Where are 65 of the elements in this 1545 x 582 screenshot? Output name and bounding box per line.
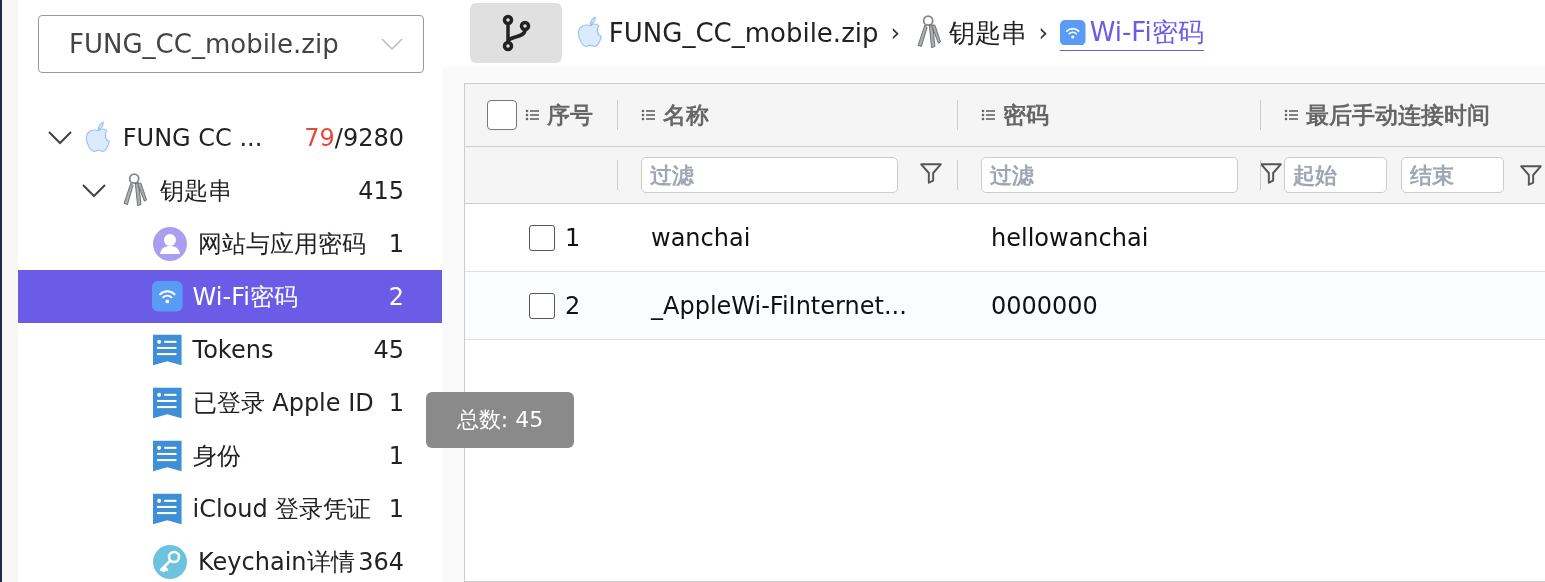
chevron-icon[interactable] bbox=[80, 182, 108, 199]
table-cell-text: _AppleWi-FiInternet... bbox=[649, 291, 907, 320]
breadcrumb-link[interactable]: 钥匙串 bbox=[912, 15, 1027, 51]
column-header[interactable]: 密码 bbox=[1003, 99, 1049, 131]
filter-field[interactable]: 过滤 bbox=[641, 157, 898, 193]
file-select[interactable]: FUNG_CC_mobile.zip bbox=[38, 15, 424, 73]
chevron-icon bbox=[381, 38, 403, 50]
tree-item[interactable]: 钥匙串 415 bbox=[18, 164, 442, 217]
item-count: /9280 bbox=[334, 123, 404, 152]
item-count: 415 bbox=[358, 176, 404, 205]
row-checkbox[interactable] bbox=[529, 224, 555, 251]
item-count: 2 bbox=[388, 282, 404, 311]
item-count: 364 bbox=[358, 547, 404, 576]
column-header[interactable]: 序号 bbox=[547, 99, 593, 131]
end-date-field[interactable]: 结束 bbox=[1401, 157, 1504, 193]
start-date-field[interactable]: 起始 bbox=[1284, 157, 1387, 193]
wifi-icon bbox=[152, 281, 183, 312]
chevron-separator: › bbox=[1038, 19, 1049, 47]
person-icon bbox=[152, 225, 188, 262]
list-icon bbox=[641, 108, 655, 122]
tree-label: FUNG CC ... bbox=[122, 123, 264, 152]
item-count: 1 bbox=[388, 494, 404, 523]
tree-item[interactable]: FUNG CC ... 79/9280 bbox=[18, 111, 442, 164]
tree-item[interactable]: Keychain详情 364 bbox=[18, 535, 442, 582]
chevron-separator: › bbox=[890, 19, 901, 47]
tree-item[interactable]: 网站与应用密码 1 bbox=[18, 217, 442, 270]
item-count: 45 bbox=[373, 335, 404, 364]
branch-button[interactable] bbox=[470, 3, 562, 63]
column-header[interactable]: 名称 bbox=[663, 99, 709, 131]
tree-label: Tokens bbox=[192, 335, 275, 364]
branch-icon bbox=[501, 14, 531, 52]
tree-label: Keychain详情 bbox=[198, 546, 356, 578]
column-header[interactable]: 最后手动连接时间 bbox=[1306, 99, 1490, 131]
tree-label: 身份 bbox=[192, 440, 242, 472]
tree-item[interactable]: iCloud 登录凭证 1 bbox=[18, 482, 442, 535]
item-count: 1 bbox=[388, 441, 404, 470]
tree-label: 网站与应用密码 bbox=[198, 228, 367, 260]
list-icon bbox=[1284, 108, 1298, 122]
select-all-checkbox[interactable] bbox=[487, 100, 517, 130]
row-number: 1 bbox=[565, 223, 581, 252]
tree-label: 已登录 Apple ID bbox=[192, 387, 375, 419]
list-icon bbox=[981, 108, 995, 122]
list-icon bbox=[525, 108, 539, 122]
filter-field[interactable]: 过滤 bbox=[981, 157, 1238, 193]
breadcrumb-link[interactable]: Wi-Fi密码 bbox=[1060, 15, 1204, 51]
tree-label: iCloud 登录凭证 bbox=[192, 493, 373, 525]
breadcrumb-link[interactable]: FUNG_CC_mobile.zip bbox=[576, 15, 879, 51]
wifi-icon bbox=[1060, 19, 1086, 46]
filter-icon[interactable] bbox=[1258, 160, 1284, 186]
table-cell-text: wanchai bbox=[650, 223, 751, 252]
chevron-icon[interactable] bbox=[46, 129, 74, 146]
filter-icon[interactable] bbox=[918, 160, 944, 186]
tooltip: 总数: 45 bbox=[426, 392, 574, 448]
row-number: 2 bbox=[565, 291, 581, 320]
tree-item[interactable]: Tokens 45 bbox=[18, 323, 442, 376]
item-count: 1 bbox=[388, 388, 404, 417]
tree-item[interactable]: Wi-Fi密码 2 bbox=[18, 270, 442, 323]
item-count: 79 bbox=[304, 123, 335, 152]
table-cell-text: 0000000 bbox=[990, 291, 1098, 320]
tree-label: 钥匙串 bbox=[160, 175, 234, 207]
filter-icon[interactable] bbox=[1518, 162, 1544, 188]
table-cell-text: hellowanchai bbox=[990, 223, 1149, 252]
item-count: 1 bbox=[388, 229, 404, 258]
tree-label: Wi-Fi密码 bbox=[192, 281, 299, 313]
row-checkbox[interactable] bbox=[529, 292, 555, 319]
